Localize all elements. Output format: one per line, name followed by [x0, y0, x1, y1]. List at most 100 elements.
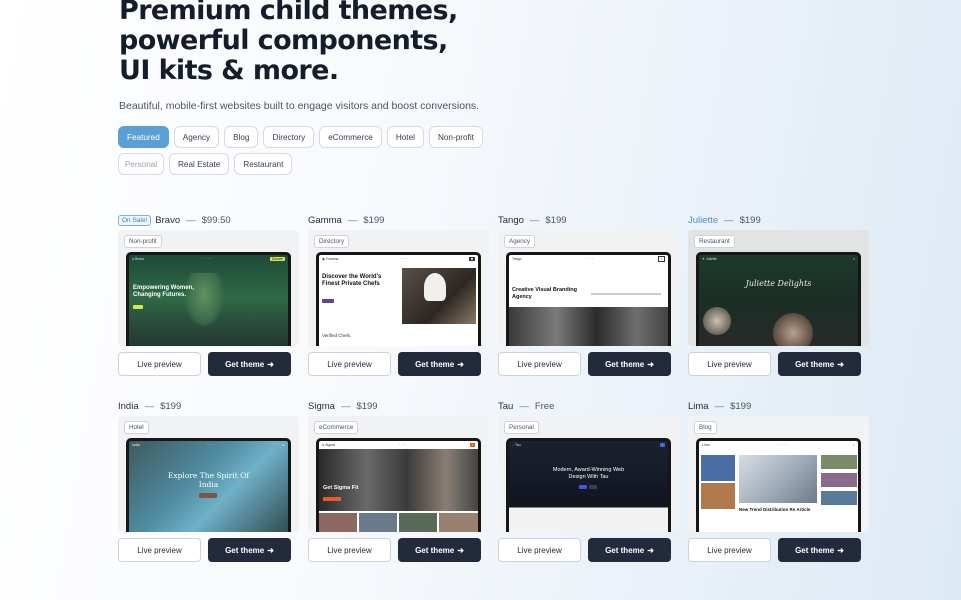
get-theme-button[interactable]: Get theme ➜: [778, 538, 861, 562]
get-theme-label: Get theme: [225, 545, 265, 555]
filter-restaurant[interactable]: Restaurant: [234, 153, 293, 175]
get-theme-label: Get theme: [415, 545, 455, 555]
theme-card-tau: Tau — Free Personal ◌ Tau ▪ Modern, Award…: [498, 398, 679, 562]
get-theme-button[interactable]: Get theme ➜: [398, 352, 481, 376]
on-sale-badge: On Sale!: [118, 214, 152, 226]
get-theme-label: Get theme: [415, 359, 455, 369]
title-dash: —: [519, 400, 529, 412]
screen-headline: New Trend Distribution Re Article: [739, 507, 811, 512]
filter-hotel[interactable]: Hotel: [386, 126, 424, 148]
get-theme-button[interactable]: Get theme ➜: [778, 352, 861, 376]
screen-headline: Get Sigma Fit: [323, 485, 359, 491]
category-tag: Personal: [504, 421, 539, 434]
live-preview-button[interactable]: Live preview: [308, 538, 391, 562]
live-preview-button[interactable]: Live preview: [118, 352, 201, 376]
screen-headline: Empowering Women, Changing Futures.: [133, 285, 194, 298]
device-mockup: ◌ Tau ▪ Modern, Award-Winning Web Design …: [506, 438, 671, 532]
filter-non-profit[interactable]: Non-profit: [428, 126, 483, 148]
filter-blog[interactable]: Blog: [224, 126, 259, 148]
get-theme-label: Get theme: [795, 545, 835, 555]
theme-name[interactable]: Tau: [498, 401, 513, 412]
screen-footer: Verified Chefs.: [322, 333, 352, 338]
screen-headline: Explore The Spirit Of India: [167, 471, 250, 489]
screen-headline: Discover the World's Finest Private Chef…: [322, 274, 382, 287]
page-subtitle: Beautiful, mobile-first websites built t…: [119, 100, 480, 112]
category-tag: Agency: [504, 235, 536, 248]
live-preview-button[interactable]: Live preview: [688, 538, 771, 562]
title-line-3: UI kits & more.: [119, 55, 339, 86]
theme-thumbnail[interactable]: Directory ◉ Gamma · · · · ■ Discover the W…: [308, 230, 489, 346]
get-theme-button[interactable]: Get theme ➜: [208, 538, 291, 562]
category-filters: Featured Agency Blog Directory eCommerce…: [118, 126, 498, 180]
title-dash: —: [347, 214, 358, 226]
live-preview-button[interactable]: Live preview: [688, 352, 771, 376]
live-preview-button[interactable]: Live preview: [498, 538, 581, 562]
theme-card-sigma: Sigma — $199 eCommerce ● Sigma · · · · ▪ G…: [308, 398, 489, 562]
live-preview-button[interactable]: Live preview: [118, 538, 201, 562]
title-line-2: powerful components,: [119, 25, 448, 56]
filter-featured[interactable]: Featured: [118, 126, 169, 148]
theme-thumbnail[interactable]: Personal ◌ Tau ▪ Modern, Award-Winning We…: [498, 416, 679, 532]
get-theme-label: Get theme: [795, 359, 835, 369]
theme-price: $199: [739, 214, 761, 226]
category-tag: Blog: [694, 421, 717, 434]
theme-price: $199: [356, 400, 378, 412]
arrow-right-icon: ➜: [647, 545, 654, 555]
theme-thumbnail[interactable]: Hotel India · · · · ▭ Explore The Spirit O…: [118, 416, 299, 532]
get-theme-label: Get theme: [605, 359, 645, 369]
arrow-right-icon: ➜: [647, 359, 654, 369]
arrow-right-icon: ➜: [457, 359, 464, 369]
live-preview-button[interactable]: Live preview: [498, 352, 581, 376]
filter-directory[interactable]: Directory: [263, 126, 315, 148]
screen-headline: Juliette Delights: [745, 279, 812, 288]
filter-real-estate[interactable]: Real Estate: [169, 153, 230, 175]
device-mockup: Tango · · · · ▪ Creative Visual Branding A…: [506, 252, 671, 346]
live-preview-button[interactable]: Live preview: [308, 352, 391, 376]
title-dash: —: [714, 400, 725, 412]
theme-card-lima: Lima — $199 Blog Lima · · · · · · ⌕ New Tr…: [688, 398, 869, 562]
arrow-right-icon: ➜: [837, 359, 844, 369]
get-theme-button[interactable]: Get theme ➜: [588, 352, 671, 376]
arrow-right-icon: ➜: [837, 545, 844, 555]
filter-ecommerce[interactable]: eCommerce: [319, 126, 382, 148]
category-tag: Directory: [314, 235, 350, 248]
device-mockup: ● Bravo · · · · · Donate Empowering Women,…: [126, 252, 291, 346]
theme-price: $199: [730, 400, 752, 412]
get-theme-button[interactable]: Get theme ➜: [398, 538, 481, 562]
theme-price: Free: [534, 400, 555, 412]
theme-price: $99.50: [201, 214, 231, 226]
category-tag: eCommerce: [314, 421, 359, 434]
theme-thumbnail[interactable]: Blog Lima · · · · · · ⌕ New Trend Distribu…: [688, 416, 869, 532]
filter-agency[interactable]: Agency: [173, 126, 220, 148]
theme-card-juliette: Juliette — $199 Restaurant ✦ Juliette ≡ J…: [688, 212, 869, 376]
theme-name[interactable]: Tango: [498, 215, 524, 226]
theme-card-india: India — $199 Hotel India · · · · ▭ Explore…: [118, 398, 299, 562]
get-theme-button[interactable]: Get theme ➜: [588, 538, 671, 562]
title-dash: —: [340, 400, 351, 412]
theme-thumbnail[interactable]: Agency Tango · · · · ▪ Creative Visual Bra…: [498, 230, 679, 346]
screen-headline: Creative Visual Branding Agency: [512, 287, 578, 300]
arrow-right-icon: ➜: [267, 359, 274, 369]
category-tag: Restaurant: [694, 235, 735, 248]
theme-name[interactable]: Bravo: [155, 215, 180, 226]
device-mockup: ● Sigma · · · · ▪ Get Sigma Fit: [316, 438, 481, 532]
theme-price: $199: [545, 214, 567, 226]
get-theme-label: Get theme: [225, 359, 265, 369]
page-title: Premium child themes, powerful component…: [119, 0, 639, 86]
theme-name[interactable]: Juliette: [688, 215, 718, 226]
theme-name[interactable]: Gamma: [308, 215, 342, 226]
theme-name[interactable]: Lima: [688, 401, 709, 412]
theme-thumbnail[interactable]: Non-profit ● Bravo · · · · · Donate Empowe…: [118, 230, 299, 346]
screen-headline: Modern, Award-Winning Web Design With Ta…: [552, 467, 625, 480]
title-dash: —: [529, 214, 540, 226]
device-mockup: India · · · · ▭ Explore The Spirit Of Indi…: [126, 438, 291, 532]
theme-thumbnail[interactable]: Restaurant ✦ Juliette ≡ Juliette Delights: [688, 230, 869, 346]
arrow-right-icon: ➜: [457, 545, 464, 555]
filter-personal[interactable]: Personal: [118, 153, 164, 175]
theme-name[interactable]: Sigma: [308, 401, 335, 412]
hero-heading: Premium child themes, powerful component…: [119, 0, 639, 86]
get-theme-button[interactable]: Get theme ➜: [208, 352, 291, 376]
theme-name[interactable]: India: [118, 401, 139, 412]
theme-thumbnail[interactable]: eCommerce ● Sigma · · · · ▪ Get Sigma Fit: [308, 416, 489, 532]
title-line-1: Premium child themes,: [119, 0, 458, 26]
